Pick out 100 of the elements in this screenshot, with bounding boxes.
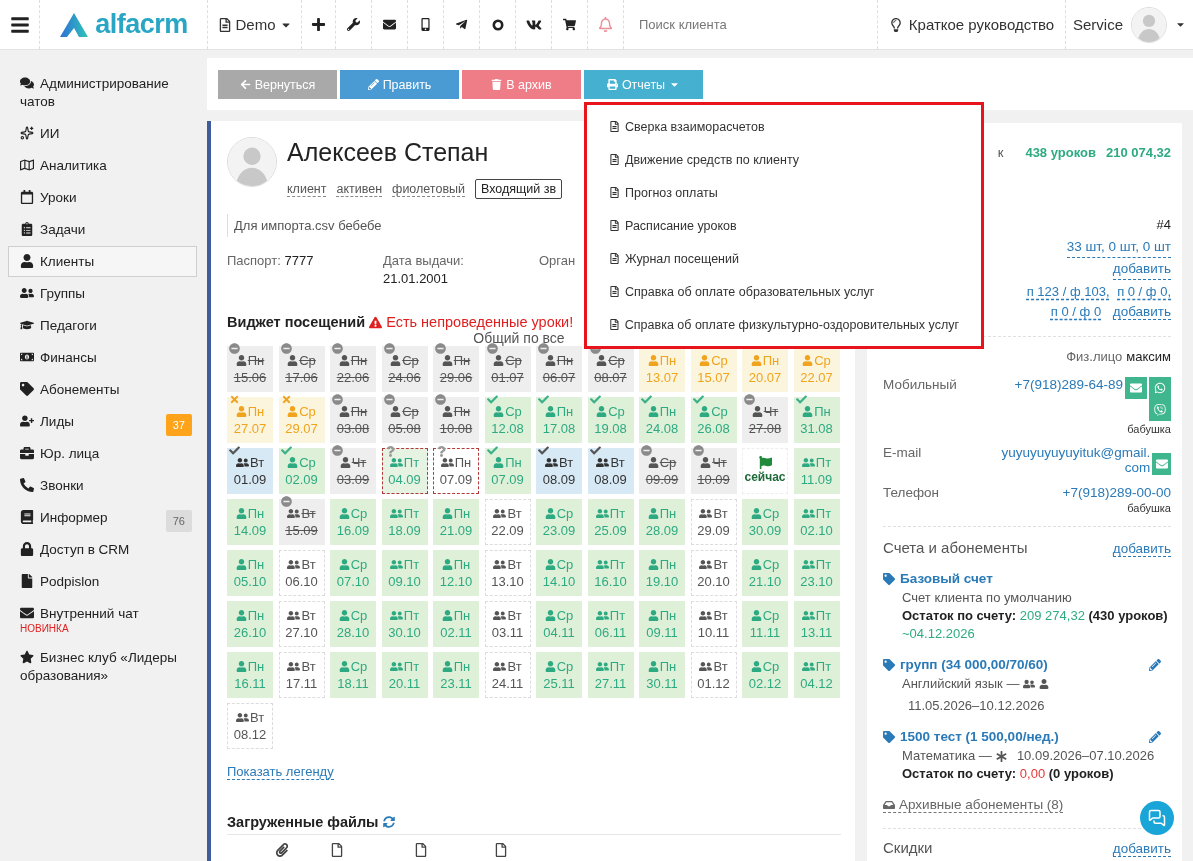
pencil-icon[interactable]: [1149, 659, 1161, 671]
lesson-cell[interactable]: Вт 29.09: [690, 499, 737, 545]
sidebar-item[interactable]: Podpislon: [8, 566, 197, 597]
phone-link[interactable]: +7(918)289-00-00: [1062, 485, 1171, 500]
sidebar-item[interactable]: Уроки: [8, 182, 197, 213]
lesson-cell[interactable]: Ср 28.10: [330, 601, 376, 647]
lesson-cell[interactable]: Вт 27.10: [278, 601, 325, 647]
subscription-link[interactable]: групп (34 000,00/70/60): [883, 657, 1171, 672]
archive-link[interactable]: Архивные абонементы (8): [883, 797, 1064, 813]
lesson-cell[interactable]: Вт 13.10: [484, 550, 531, 596]
lesson-cell[interactable]: Вт 24.11: [484, 652, 531, 698]
menu-item[interactable]: Журнал посещений: [587, 242, 981, 275]
lesson-cell[interactable]: Пт 04.09: [381, 448, 428, 494]
lesson-cell[interactable]: Пн 16.11: [227, 652, 273, 698]
lesson-cell[interactable]: Пт 20.11: [381, 652, 428, 698]
lesson-cell[interactable]: Ср 14.10: [536, 550, 582, 596]
lesson-cell[interactable]: Пн 12.10: [433, 550, 479, 596]
lesson-cell[interactable]: Ср 30.09: [742, 499, 788, 545]
lesson-cell[interactable]: Ср 17.06: [278, 346, 325, 392]
lesson-cell[interactable]: Пн 30.11: [639, 652, 685, 698]
cart-icon[interactable]: [563, 18, 576, 31]
sidebar-item[interactable]: Клиенты: [8, 246, 197, 277]
lesson-cell[interactable]: Пт 23.10: [793, 550, 840, 596]
sidebar-item[interactable]: Группы: [8, 278, 197, 309]
sidebar-item[interactable]: Бизнес клуб «Лидеры образования»: [8, 642, 197, 691]
lesson-cell[interactable]: Вт 01.12: [690, 652, 737, 698]
sidebar-item[interactable]: Информер 76: [8, 502, 197, 533]
ring-icon[interactable]: [491, 18, 504, 31]
lesson-cell[interactable]: Пт 09.10: [381, 550, 428, 596]
plan-link[interactable]: п 0 / ф 0: [1050, 304, 1102, 319]
lesson-cell[interactable]: Пн 28.09: [639, 499, 685, 545]
lesson-cell[interactable]: Пт 06.11: [587, 601, 634, 647]
lesson-cell[interactable]: Пн 21.09: [433, 499, 479, 545]
envelope-icon[interactable]: [383, 18, 396, 31]
guide-link[interactable]: Краткое руководство: [888, 16, 1055, 33]
lesson-cell[interactable]: Пн 10.08: [433, 397, 479, 443]
lesson-cell[interactable]: Пн 26.10: [227, 601, 273, 647]
menu-item[interactable]: Прогноз оплаты: [587, 176, 981, 209]
lesson-cell[interactable]: Ср 01.07: [484, 346, 531, 392]
lesson-cell[interactable]: Ср 08.07: [587, 346, 634, 392]
lesson-cell[interactable]: Вт 08.09: [587, 448, 634, 494]
edit-button[interactable]: Править: [340, 70, 459, 99]
lesson-cell[interactable]: Пт 02.10: [793, 499, 840, 545]
status-tag[interactable]: активен: [336, 181, 383, 197]
pencil-icon[interactable]: [1149, 731, 1161, 743]
sidebar-item[interactable]: Внутренний чат НОВИНКА: [8, 598, 197, 641]
phone-link[interactable]: +7(918)289-64-89: [1014, 377, 1123, 392]
lesson-cell[interactable]: Чт 10.09: [690, 448, 737, 494]
file-icon[interactable]: [494, 843, 508, 857]
subscription-link[interactable]: 1500 тест (1 500,00/нед.): [883, 729, 1171, 744]
sidebar-item[interactable]: Задачи: [8, 214, 197, 245]
lesson-cell[interactable]: Пн 24.08: [639, 397, 685, 443]
menu-icon[interactable]: [9, 14, 30, 35]
lesson-cell[interactable]: Пт 30.10: [381, 601, 428, 647]
lesson-cell[interactable]: Пн 31.08: [793, 397, 840, 443]
archive-button[interactable]: В архив: [462, 70, 581, 99]
lesson-cell[interactable]: Пт 18.09: [381, 499, 428, 545]
lesson-cell[interactable]: Ср 02.12: [742, 652, 788, 698]
lesson-cell[interactable]: Пн 23.11: [433, 652, 479, 698]
sidebar-item[interactable]: Юр. лица: [8, 438, 197, 469]
lesson-cell[interactable]: Пн 06.07: [536, 346, 582, 392]
lesson-cell[interactable]: Ср 12.08: [484, 397, 531, 443]
lesson-cell[interactable]: Вт 22.09: [484, 499, 531, 545]
lesson-cell[interactable]: Вт 20.10: [690, 550, 737, 596]
sidebar-item[interactable]: Звонки: [8, 470, 197, 501]
lesson-cell[interactable]: Вт 10.11: [690, 601, 737, 647]
source-select[interactable]: Входящий зв: [475, 179, 563, 199]
phone-icon[interactable]: [419, 18, 432, 31]
lesson-cell[interactable]: Пн 02.11: [433, 601, 479, 647]
lesson-cell[interactable]: Ср 21.10: [742, 550, 788, 596]
lesson-cell[interactable]: Ср 02.09: [278, 448, 325, 494]
lesson-cell[interactable]: Пт 25.09: [587, 499, 634, 545]
file-icon[interactable]: [330, 843, 344, 857]
lesson-cell[interactable]: Вт 08.09: [536, 448, 582, 494]
user-name[interactable]: Service: [1073, 16, 1123, 33]
sidebar-item[interactable]: Лиды 37: [8, 406, 197, 437]
account-link[interactable]: Базовый счет: [883, 571, 1171, 586]
wrench-icon[interactable]: [347, 18, 360, 31]
menu-item[interactable]: Справка об оплате физкультурно-оздоровительных услуг: [587, 308, 981, 341]
lesson-cell[interactable]: Вт 15.09: [278, 499, 325, 545]
lesson-cell[interactable]: Ср 11.11: [742, 601, 788, 647]
status-tag[interactable]: фиолетовый: [392, 181, 465, 197]
now-cell[interactable]: сейчас: [742, 448, 788, 494]
add-link[interactable]: добавить: [1112, 541, 1171, 557]
lesson-cell[interactable]: Ср 25.11: [536, 652, 582, 698]
sidebar-item[interactable]: Финансы: [8, 342, 197, 373]
lesson-cell[interactable]: Вт 03.11: [484, 601, 531, 647]
menu-item[interactable]: Расписание уроков: [587, 209, 981, 242]
lesson-cell[interactable]: Вт 06.10: [278, 550, 325, 596]
sidebar-item[interactable]: Педагоги: [8, 310, 197, 341]
lesson-cell[interactable]: Ср 19.08: [587, 397, 634, 443]
lesson-cell[interactable]: Чт 03.09: [330, 448, 376, 494]
lesson-cell[interactable]: Пн 03.08: [330, 397, 376, 443]
lesson-cell[interactable]: Пн 05.10: [227, 550, 273, 596]
lesson-cell[interactable]: Ср 07.10: [330, 550, 376, 596]
plus-icon[interactable]: [311, 17, 326, 32]
add-link[interactable]: добавить: [1112, 840, 1171, 857]
sidebar-item[interactable]: Абонементы: [8, 374, 197, 405]
lesson-cell[interactable]: Ср 26.08: [690, 397, 737, 443]
paper-plane-icon[interactable]: [455, 18, 468, 31]
